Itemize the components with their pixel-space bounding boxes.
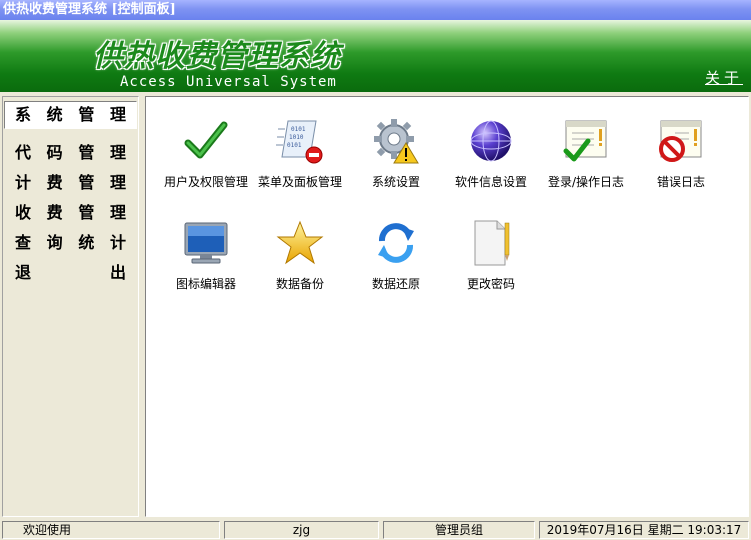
binary-document-icon: 0101 1010 0101 [276,120,323,164]
sidebar-item-char: 费 [46,173,63,192]
tile-change-password[interactable]: 更改密码 [443,219,539,309]
status-bar: 欢迎使用 zjg 管理员组 2019年07月16日 星期二 19:03:17 [0,519,751,540]
control-panel: 用户及权限管理 0101 1010 0101 菜单及面板管理 系统设置 软件信息… [145,96,749,517]
tile-label: 登录/操作日志 [547,175,625,189]
tile-label: 系统设置 [371,175,420,189]
tile-error-log[interactable]: 错误日志 [633,117,729,207]
tile-system-settings[interactable]: 系统设置 [348,117,444,207]
sidebar-item-char: 退 [15,263,32,282]
sidebar-item-char: 统 [78,233,95,252]
tile-label: 错误日志 [656,175,705,189]
tile-label: 更改密码 [466,277,515,291]
sidebar-item-char: 费 [46,203,63,222]
sidebar-item-char: 查 [15,233,32,252]
app-banner: 供热收费管理系统 Access Universal System 关于 [0,20,751,92]
tile-label: 图标编辑器 [175,277,236,291]
sidebar-item-char: 出 [109,263,126,282]
status-user: zjg [224,521,379,539]
tile-data-backup[interactable]: 数据备份 [252,219,348,309]
tile-data-restore[interactable]: 数据还原 [348,219,444,309]
sidebar-item-charge-management[interactable]: 收 费 管 理 [5,198,136,228]
tile-label: 数据备份 [275,277,324,291]
tile-menu-panel-management[interactable]: 0101 1010 0101 菜单及面板管理 [252,117,348,207]
sidebar-item-char: 系 [15,105,32,124]
sidebar-item-char: 管 [78,203,95,222]
tile-software-info-settings[interactable]: 软件信息设置 [443,117,539,207]
error-log-icon [659,120,702,162]
svg-text:1010: 1010 [289,134,304,141]
about-link[interactable]: 关于 [705,67,743,88]
status-welcome: 欢迎使用 [2,521,220,539]
tile-icon-editor[interactable]: 图标编辑器 [158,219,254,309]
sidebar-item-char: 码 [46,143,63,162]
tile-label: 软件信息设置 [454,175,527,189]
sidebar-item-exit[interactable]: 退 出 [5,258,136,288]
monitor-icon [184,222,228,264]
sidebar-item-char: 询 [46,233,63,252]
refresh-icon [378,223,414,263]
log-check-icon [563,120,607,162]
sidebar-item-char: 理 [109,105,126,124]
main-area: 系 统 管 理 代 码 管 理 计 费 管 理 收 费 管 理 查 询 统 计 [0,92,751,519]
window-title: 供热收费管理系统 [控制面板] [3,2,176,17]
window-title-bar: 供热收费管理系统 [控制面板] [0,0,751,20]
sidebar-item-query-statistics[interactable]: 查 询 统 计 [5,228,136,258]
sidebar-item-char: 理 [109,203,126,222]
status-group: 管理员组 [383,521,535,539]
sidebar-item-char: 理 [109,173,126,192]
tile-user-permissions[interactable]: 用户及权限管理 [158,117,254,207]
sidebar-item-char: 管 [78,143,95,162]
svg-text:0101: 0101 [287,142,302,149]
banner-subtitle: Access Universal System [120,74,337,90]
sidebar-item-char: 计 [15,173,32,192]
sidebar-item-char: 理 [109,143,126,162]
sidebar-item-billing-management[interactable]: 计 费 管 理 [5,168,136,198]
banner-title: 供热收费管理系统 [93,39,341,74]
gear-warning-icon [374,119,419,164]
svg-text:0101: 0101 [291,126,306,133]
status-datetime: 2019年07月16日 星期二 19:03:17 [539,521,749,539]
tile-label: 数据还原 [371,277,420,291]
document-pencil-icon [474,220,510,266]
sidebar-item-char: 管 [78,105,95,124]
sidebar-item-char: 代 [15,143,32,162]
tile-label: 用户及权限管理 [163,175,248,189]
sidebar-item-char: 统 [46,105,63,124]
tile-login-operation-log[interactable]: 登录/操作日志 [538,117,634,207]
tile-label: 菜单及面板管理 [257,175,342,189]
checkmark-icon [184,121,228,159]
sidebar-item-code-management[interactable]: 代 码 管 理 [5,138,136,168]
sidebar-item-char: 收 [15,203,32,222]
sidebar-item-system-management[interactable]: 系 统 管 理 [4,101,137,129]
sidebar-menu: 系 统 管 理 代 码 管 理 计 费 管 理 收 费 管 理 查 询 统 计 [2,96,139,517]
sidebar-item-char: 管 [78,173,95,192]
globe-icon [470,120,512,162]
sidebar-item-char: 计 [109,233,126,252]
star-icon [276,220,324,265]
